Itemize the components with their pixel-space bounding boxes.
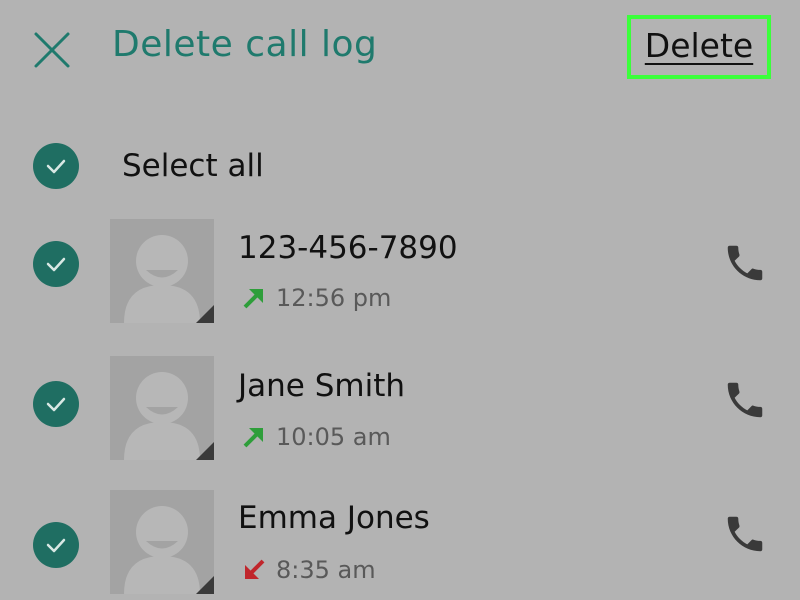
- phone-icon[interactable]: [722, 240, 768, 286]
- call-time-row: 10:05 am: [242, 423, 391, 451]
- person-placeholder-icon: [110, 490, 214, 594]
- avatar: [110, 219, 214, 323]
- row-checkbox[interactable]: [33, 381, 79, 427]
- outgoing-call-arrow-icon: [243, 428, 263, 448]
- phone-icon[interactable]: [722, 377, 768, 423]
- person-placeholder-icon: [110, 356, 214, 460]
- select-all-checkbox[interactable]: [33, 143, 79, 189]
- select-all-label: Select all: [122, 148, 264, 184]
- row-checkbox[interactable]: [33, 522, 79, 568]
- checkmark-icon: [46, 397, 66, 412]
- incoming-call-arrow-icon: [245, 559, 265, 579]
- delete-button-label: Delete: [644, 25, 754, 65]
- contact-name: Jane Smith: [238, 368, 406, 404]
- contact-name: Emma Jones: [238, 500, 430, 536]
- contact-name: 123-456-7890: [238, 230, 458, 266]
- call-time: 12:56 pm: [276, 284, 392, 312]
- avatar: [110, 490, 214, 594]
- outgoing-call-arrow-icon: [243, 289, 263, 309]
- avatar: [110, 356, 214, 460]
- page-title: Delete call log: [112, 24, 378, 65]
- call-time: 8:35 am: [276, 556, 376, 584]
- call-time-row: 8:35 am: [242, 556, 376, 584]
- call-log-item[interactable]: Jane Smith 10:05 am: [0, 351, 800, 465]
- call-time-row: 12:56 pm: [242, 284, 391, 312]
- call-time: 10:05 am: [276, 423, 391, 451]
- call-log-item[interactable]: Emma Jones 8:35 am: [0, 485, 800, 600]
- checkmark-icon: [46, 159, 66, 174]
- person-placeholder-icon: [110, 219, 214, 323]
- call-log-item[interactable]: 123-456-7890 12:56 pm: [0, 214, 800, 328]
- phone-icon[interactable]: [722, 511, 768, 557]
- row-checkbox[interactable]: [33, 241, 79, 287]
- delete-button[interactable]: Delete: [627, 15, 771, 79]
- close-icon[interactable]: [30, 28, 74, 72]
- checkmark-icon: [46, 538, 66, 553]
- checkmark-icon: [46, 257, 66, 272]
